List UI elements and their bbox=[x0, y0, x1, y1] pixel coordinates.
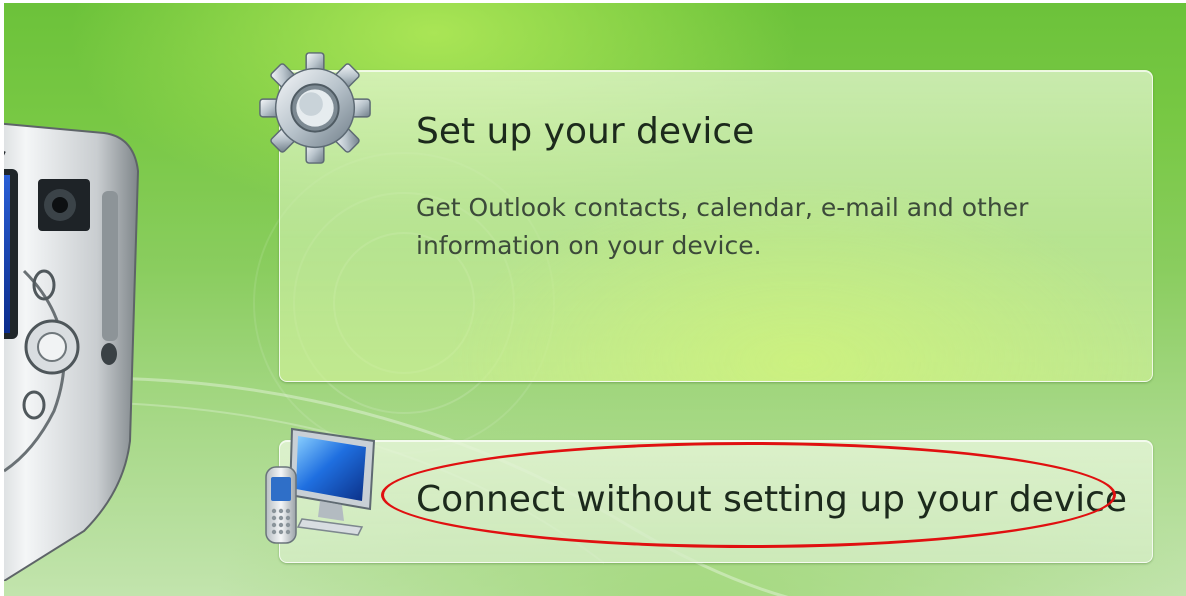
setup-device-title[interactable]: Set up your device bbox=[416, 111, 754, 152]
setup-device-option[interactable]: Set up your device Get Outlook contacts,… bbox=[279, 70, 1153, 382]
device-center-panel: Set up your device Get Outlook contacts,… bbox=[4, 3, 1186, 596]
gear-icon bbox=[259, 52, 371, 164]
computer-and-phone-icon bbox=[265, 427, 376, 544]
connect-without-setup-option[interactable]: Connect without setting up your device bbox=[279, 440, 1153, 563]
connect-without-setup-title[interactable]: Connect without setting up your device bbox=[416, 479, 1127, 520]
setup-device-description: Get Outlook contacts, calendar, e-mail a… bbox=[416, 193, 1029, 260]
mobile-device-image bbox=[4, 122, 140, 581]
